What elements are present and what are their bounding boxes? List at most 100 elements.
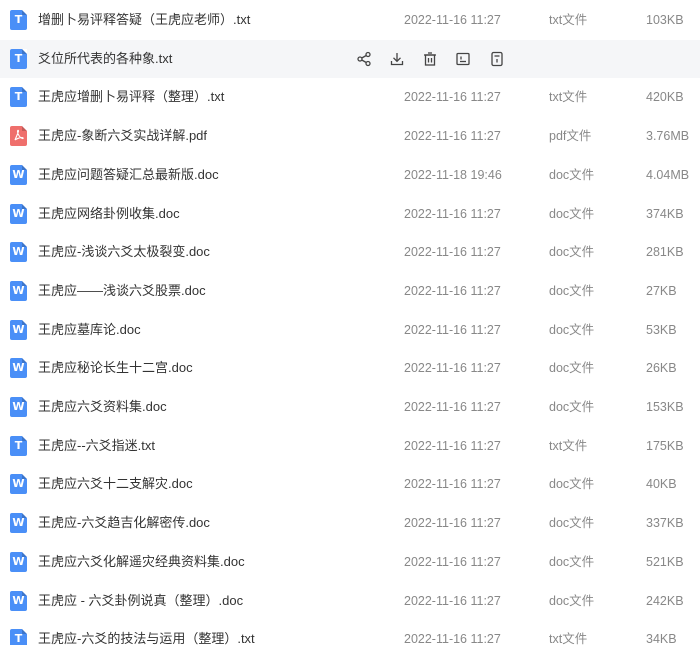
file-type: doc文件 xyxy=(549,361,595,376)
file-type: pdf文件 xyxy=(549,129,592,144)
doc-file-icon: W xyxy=(10,319,27,340)
file-type: doc文件 xyxy=(549,283,595,298)
file-row[interactable]: T 爻位所代表的各种象.txt xyxy=(0,39,700,78)
file-date: 2022-11-16 11:27 xyxy=(404,477,501,492)
file-name[interactable]: 王虎应网络卦例收集.doc xyxy=(38,195,368,233)
file-name[interactable]: 爻位所代表的各种象.txt xyxy=(38,40,368,78)
pdf-file-icon xyxy=(10,126,27,147)
doc-file-icon: W xyxy=(10,397,27,417)
file-row[interactable]: W 王虎应-六爻趋吉化解密传.doc 2022-11-16 11:27 doc文件 33… xyxy=(0,504,700,542)
file-name[interactable]: 王虎应六爻化解遥灾经典资料集.doc xyxy=(38,543,368,581)
file-type: doc文件 xyxy=(549,400,595,414)
file-name[interactable]: 王虎应-六爻的技法与运用（整理）.txt xyxy=(38,620,368,645)
file-type: doc文件 xyxy=(549,322,595,337)
file-size: 3.76MB xyxy=(646,129,690,144)
file-name[interactable]: 王虎应-浅谈六爻太极裂变.doc xyxy=(38,233,368,271)
file-date: 2022-11-16 11:27 xyxy=(404,593,501,608)
file-type: txt文件 xyxy=(549,438,588,453)
file-name[interactable]: 王虎应 - 六爻卦例说真（整理）.doc xyxy=(38,582,368,620)
file-row[interactable]: T 王虎应--六爻指迷.txt 2022-11-16 11:27 txt文件 175KB xyxy=(0,427,700,465)
file-type: txt文件 xyxy=(549,632,588,645)
file-date: 2022-11-16 11:27 xyxy=(404,245,501,260)
rename-icon[interactable] xyxy=(455,51,473,67)
file-size: 153KB xyxy=(646,400,684,414)
file-type: doc文件 xyxy=(549,477,595,492)
file-row[interactable]: W 王虎应墓库论.doc 2022-11-16 11:27 doc文件 53KB xyxy=(0,311,700,349)
file-date: 2022-11-16 11:27 xyxy=(404,206,501,221)
file-list: T 增删卜易评释答疑（王虎应老师）.txt 2022-11-16 11:27 txt文… xyxy=(0,0,700,645)
doc-file-icon: W xyxy=(10,280,27,301)
file-row[interactable]: W 王虎应六爻化解遥灾经典资料集.doc 2022-11-16 11:27 doc文件… xyxy=(0,543,700,581)
file-name[interactable]: 王虎应墓库论.doc xyxy=(38,311,368,349)
file-size: 337KB xyxy=(646,516,684,531)
delete-icon[interactable] xyxy=(422,51,440,67)
file-type: doc文件 xyxy=(549,167,595,182)
file-date: 2022-11-16 11:27 xyxy=(404,554,501,569)
doc-file-icon: W xyxy=(10,203,27,224)
file-date: 2022-11-16 11:27 xyxy=(404,13,501,27)
file-row[interactable]: 王虎应-象断六爻实战详解.pdf 2022-11-16 11:27 pdf文件 3.7… xyxy=(0,117,700,155)
download-icon[interactable] xyxy=(389,51,407,67)
file-type: txt文件 xyxy=(549,90,588,105)
file-type: doc文件 xyxy=(549,554,595,569)
file-date: 2022-11-16 11:27 xyxy=(404,283,501,298)
txt-file-icon: T xyxy=(10,48,27,69)
doc-file-icon: W xyxy=(10,551,27,572)
file-size: 281KB xyxy=(646,245,684,260)
file-type: doc文件 xyxy=(549,593,595,608)
file-size: 27KB xyxy=(646,283,677,298)
file-row[interactable]: W 王虎应-浅谈六爻太极裂变.doc 2022-11-16 11:27 doc文件 28… xyxy=(0,233,700,271)
doc-file-icon: W xyxy=(10,513,27,534)
file-size: 53KB xyxy=(646,322,677,337)
file-row[interactable]: T 王虎应-六爻的技法与运用（整理）.txt 2022-11-16 11:27 txt… xyxy=(0,620,700,645)
doc-file-icon: W xyxy=(10,164,27,185)
file-row[interactable]: W 王虎应六爻十二支解灾.doc 2022-11-16 11:27 doc文件 40KB xyxy=(0,465,700,503)
doc-file-icon: W xyxy=(10,242,27,263)
row-actions xyxy=(356,40,516,78)
file-row[interactable]: T 增删卜易评释答疑（王虎应老师）.txt 2022-11-16 11:27 txt文… xyxy=(0,1,700,39)
file-date: 2022-11-16 11:27 xyxy=(404,361,501,376)
share-icon[interactable] xyxy=(356,51,374,67)
file-row[interactable]: W 王虎应秘论长生十二宫.doc 2022-11-16 11:27 doc文件 26KB xyxy=(0,349,700,387)
doc-file-icon: W xyxy=(10,590,27,611)
file-name[interactable]: 王虎应问题答疑汇总最新版.doc xyxy=(38,156,368,194)
file-type: doc文件 xyxy=(549,245,595,260)
file-row[interactable]: T 王虎应增删卜易评释（整理）.txt 2022-11-16 11:27 txt文件 4… xyxy=(0,78,700,116)
file-row[interactable]: W 王虎应 - 六爻卦例说真（整理）.doc 2022-11-16 11:27 doc… xyxy=(0,582,700,620)
file-name[interactable]: 王虎应六爻资料集.doc xyxy=(38,388,368,426)
file-name[interactable]: 王虎应秘论长生十二宫.doc xyxy=(38,349,368,387)
file-date: 2022-11-16 11:27 xyxy=(404,632,501,645)
file-date: 2022-11-18 19:46 xyxy=(404,167,502,182)
file-row[interactable]: W 王虎应六爻资料集.doc 2022-11-16 11:27 doc文件 153KB xyxy=(0,388,700,426)
txt-file-icon: T xyxy=(10,10,27,30)
file-name[interactable]: 王虎应--六爻指迷.txt xyxy=(38,427,368,465)
file-type: doc文件 xyxy=(549,206,595,221)
file-name[interactable]: 王虎应——浅谈六爻股票.doc xyxy=(38,272,368,310)
file-date: 2022-11-16 11:27 xyxy=(404,90,501,105)
file-size: 4.04MB xyxy=(646,167,690,182)
txt-file-icon: T xyxy=(10,629,27,645)
file-name[interactable]: 王虎应增删卜易评释（整理）.txt xyxy=(38,78,368,116)
file-size: 521KB xyxy=(646,554,684,569)
file-size: 175KB xyxy=(646,438,684,453)
txt-file-icon: T xyxy=(10,87,27,108)
txt-file-icon: T xyxy=(10,435,27,456)
file-date: 2022-11-16 11:27 xyxy=(404,400,501,414)
doc-file-icon: W xyxy=(10,358,27,379)
file-name[interactable]: 王虎应六爻十二支解灾.doc xyxy=(38,465,368,503)
file-size: 26KB xyxy=(646,361,677,376)
more-icon[interactable] xyxy=(489,51,507,67)
file-row[interactable]: W 王虎应网络卦例收集.doc 2022-11-16 11:27 doc文件 374KB xyxy=(0,195,700,233)
file-size: 34KB xyxy=(646,632,677,645)
file-size: 242KB xyxy=(646,593,684,608)
file-row[interactable]: W 王虎应——浅谈六爻股票.doc 2022-11-16 11:27 doc文件 27K… xyxy=(0,272,700,310)
file-size: 103KB xyxy=(646,13,684,27)
file-name[interactable]: 王虎应-六爻趋吉化解密传.doc xyxy=(38,504,368,542)
file-size: 420KB xyxy=(646,90,684,105)
file-type: txt文件 xyxy=(549,13,588,27)
file-name[interactable]: 增删卜易评释答疑（王虎应老师）.txt xyxy=(38,1,368,39)
file-date: 2022-11-16 11:27 xyxy=(404,129,501,144)
file-date: 2022-11-16 11:27 xyxy=(404,322,501,337)
file-row[interactable]: W 王虎应问题答疑汇总最新版.doc 2022-11-18 19:46 doc文件 4.… xyxy=(0,156,700,194)
file-name[interactable]: 王虎应-象断六爻实战详解.pdf xyxy=(38,117,368,155)
